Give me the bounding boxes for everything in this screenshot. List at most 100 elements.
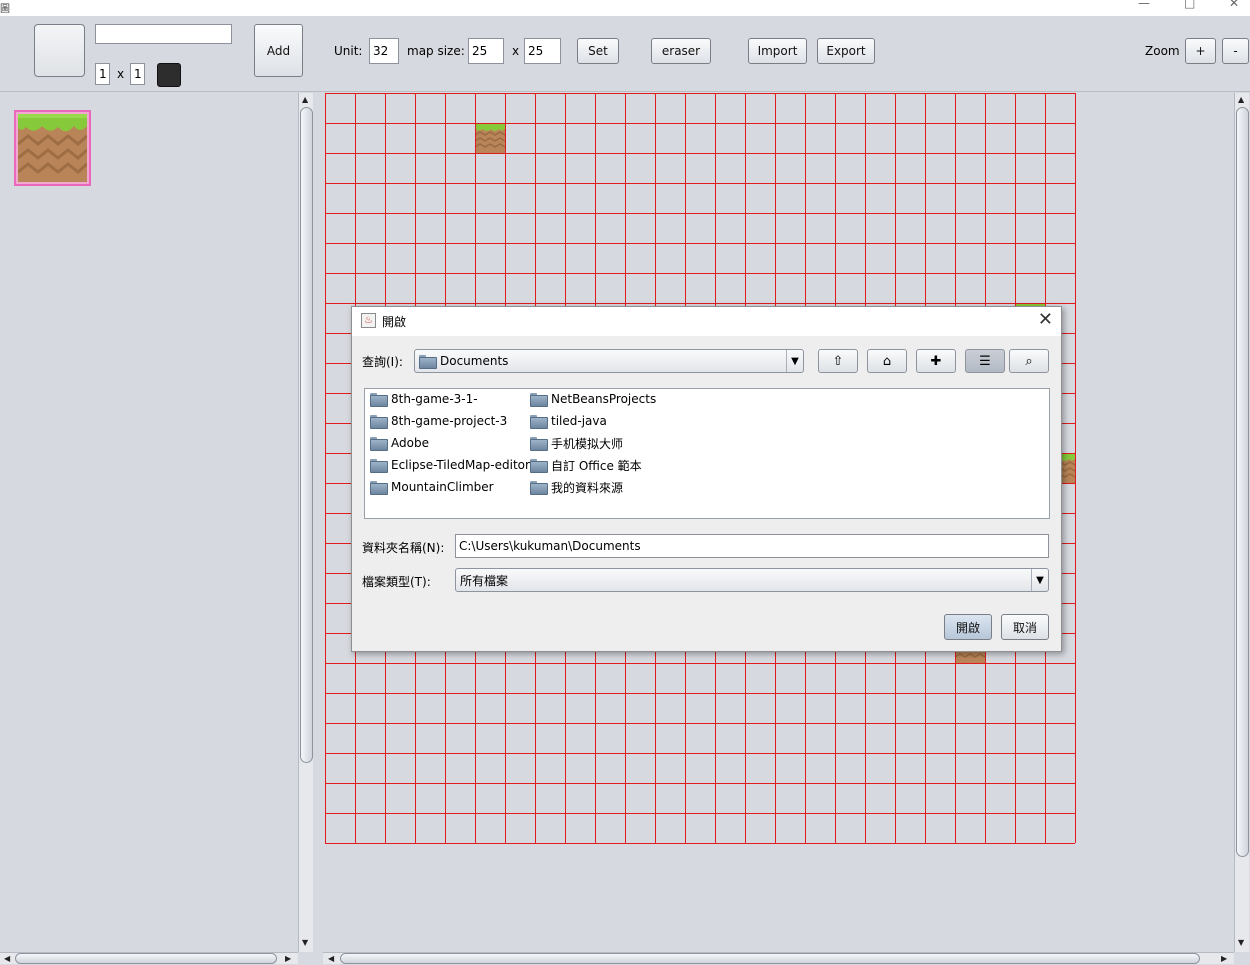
unit-label: Unit: — [334, 44, 363, 58]
map-hscroll-thumb[interactable] — [340, 953, 1200, 964]
palette-tile-grass[interactable] — [14, 110, 91, 186]
toolbar: 1 x 1 Add Unit: 32 map size: 25 x 25 Set… — [0, 16, 1250, 92]
cancel-button[interactable]: 取消 — [1001, 614, 1049, 640]
map-size-label: map size: — [407, 44, 465, 58]
map-scroll-up-arrow-icon[interactable]: ▲ — [1238, 95, 1244, 104]
folder-icon — [370, 481, 388, 495]
window-titlebar: 圖 — □ ✕ — [0, 0, 1250, 16]
zoom-out-button[interactable]: - — [1222, 38, 1249, 64]
file-name: 8th-game-3-1- — [391, 392, 478, 406]
file-name: Adobe — [391, 436, 429, 450]
folder-icon — [530, 459, 548, 473]
list-item[interactable]: 8th-game-project-3 — [370, 411, 507, 431]
app-icon: 圖 — [0, 4, 10, 15]
folder-icon — [530, 415, 548, 429]
folder-icon — [370, 415, 388, 429]
home-button[interactable]: ⌂ — [867, 349, 907, 373]
map-horizontal-scrollbar[interactable]: ◀ ▶ — [323, 952, 1234, 964]
dialog-close-icon[interactable]: ✕ — [1038, 309, 1053, 330]
list-item[interactable]: Eclipse-TiledMap-editor — [370, 455, 530, 475]
unit-field[interactable]: 32 — [369, 38, 399, 64]
folder-name-label: 資料夾名稱(N): — [362, 541, 445, 555]
file-name: 手机模拟大师 — [551, 436, 624, 451]
chevron-down-icon: ▼ — [1031, 569, 1048, 591]
zoom-label: Zoom — [1145, 44, 1180, 58]
file-type-combo[interactable]: 所有檔案 ▼ — [455, 568, 1049, 592]
scroll-down-arrow-icon[interactable]: ▼ — [302, 938, 308, 947]
open-button[interactable]: 開啟 — [944, 614, 992, 640]
export-button[interactable]: Export — [817, 38, 875, 64]
map-vertical-scrollbar[interactable]: ▲ ▼ — [1234, 93, 1249, 952]
eraser-button[interactable]: eraser — [651, 38, 711, 64]
list-view-button[interactable]: ☰ — [965, 349, 1005, 373]
palette-hscroll-thumb[interactable] — [15, 953, 277, 964]
home-icon: ⌂ — [882, 353, 892, 369]
list-item[interactable]: MountainClimber — [370, 477, 494, 497]
list-item[interactable]: NetBeansProjects — [530, 389, 656, 409]
file-type-label: 檔案類型(T): — [362, 575, 431, 589]
folder-icon — [530, 437, 548, 451]
file-name: NetBeansProjects — [551, 392, 657, 406]
file-name: 8th-game-project-3 — [391, 414, 508, 428]
list-item[interactable]: tiled-java — [530, 411, 607, 431]
file-name: 自訂 Office 範本 — [551, 458, 642, 473]
list-item[interactable]: 手机模拟大师 — [530, 433, 623, 453]
palette-vertical-scrollbar[interactable]: ▲ ▼ — [298, 93, 313, 952]
dialog-title: 開啟 — [382, 315, 407, 329]
folder-icon — [370, 393, 388, 407]
look-in-value: Documents — [440, 354, 509, 368]
close-icon[interactable]: ✕ — [1229, 0, 1239, 10]
list-item[interactable]: Adobe — [370, 433, 429, 453]
list-view-icon: ☰ — [979, 353, 991, 369]
map-scroll-left-arrow-icon[interactable]: ◀ — [328, 954, 334, 963]
details-view-button[interactable]: ⌕ — [1009, 349, 1049, 373]
tile-height-field[interactable]: 1 — [130, 63, 145, 85]
file-name: tiled-java — [551, 414, 607, 428]
up-folder-button[interactable]: ⇧ — [818, 349, 858, 373]
list-item[interactable]: 我的資料來源 — [530, 477, 623, 497]
import-button[interactable]: Import — [748, 38, 807, 64]
minimize-icon[interactable]: — — [1138, 0, 1150, 10]
folder-icon — [530, 481, 548, 495]
look-in-combo[interactable]: Documents ▼ — [414, 349, 804, 373]
new-folder-icon: ✚ — [930, 353, 942, 369]
list-item[interactable]: 自訂 Office 範本 — [530, 455, 642, 475]
folder-name-field[interactable]: C:\Users\kukuman\Documents — [455, 534, 1049, 558]
dialog-titlebar: ♨ 開啟 ✕ — [352, 307, 1061, 336]
file-type-value: 所有檔案 — [460, 573, 509, 588]
palette-scroll-thumb[interactable] — [300, 107, 313, 763]
add-button[interactable]: Add — [254, 24, 303, 77]
set-button[interactable]: Set — [577, 38, 619, 64]
map-width-field[interactable]: 25 — [468, 38, 504, 64]
palette-horizontal-scrollbar[interactable]: ◀ ▶ — [0, 952, 298, 964]
scroll-left-arrow-icon[interactable]: ◀ — [4, 954, 10, 963]
zoom-in-button[interactable]: + — [1185, 38, 1216, 64]
folder-icon — [370, 437, 388, 451]
up-folder-icon: ⇧ — [832, 353, 844, 369]
look-in-label: 查詢(I): — [362, 355, 403, 369]
placed-grass-tile[interactable] — [474, 123, 506, 153]
map-height-field[interactable]: 25 — [524, 38, 561, 64]
new-folder-button[interactable]: ✚ — [916, 349, 956, 373]
scroll-right-arrow-icon[interactable]: ▶ — [285, 954, 291, 963]
tile-name-field[interactable] — [95, 24, 232, 44]
tile-width-field[interactable]: 1 — [95, 63, 110, 85]
details-view-icon: ⌕ — [1025, 353, 1033, 369]
maximize-icon[interactable]: □ — [1184, 0, 1195, 10]
file-name: 我的資料來源 — [551, 480, 624, 495]
file-list[interactable]: 8th-game-3-1- 8th-game-project-3 Adobe E… — [364, 388, 1050, 519]
map-scroll-down-arrow-icon[interactable]: ▼ — [1238, 938, 1244, 947]
color-picker-button[interactable] — [157, 63, 181, 87]
map-scroll-right-arrow-icon[interactable]: ▶ — [1221, 954, 1227, 963]
tile-palette-panel — [0, 93, 298, 953]
grass-tile-icon — [17, 114, 88, 182]
tile-preview-button[interactable] — [34, 24, 85, 77]
list-item[interactable]: 8th-game-3-1- — [370, 389, 478, 409]
map-scroll-thumb[interactable] — [1236, 107, 1249, 857]
map-size-times-label: x — [512, 44, 520, 58]
scroll-up-arrow-icon[interactable]: ▲ — [302, 95, 308, 104]
chevron-down-icon: ▼ — [786, 350, 803, 372]
file-name: Eclipse-TiledMap-editor — [391, 458, 530, 472]
file-name: MountainClimber — [391, 480, 494, 494]
open-file-dialog: ♨ 開啟 ✕ 查詢(I): Documents ▼ ⇧ ⌂ ✚ ☰ ⌕ 8th-… — [351, 306, 1062, 652]
